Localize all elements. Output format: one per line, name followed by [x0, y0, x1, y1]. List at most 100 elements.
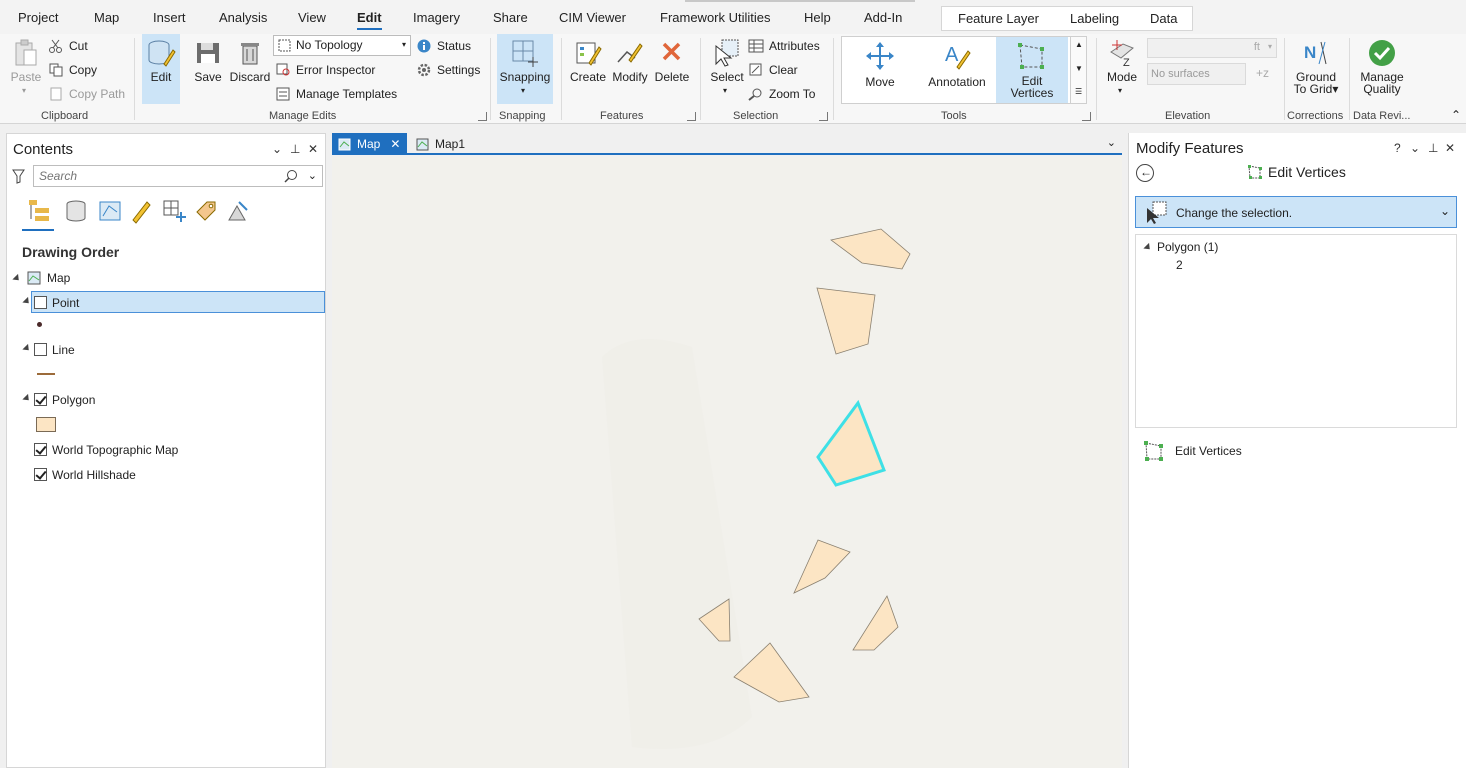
z-offset-icon[interactable]: +z	[1256, 66, 1269, 80]
snapping-dropdown-icon[interactable]: ▾	[521, 86, 525, 95]
edit-vertices-tool-row[interactable]: Edit Vertices	[1143, 440, 1242, 462]
menu-imagery[interactable]: Imagery	[413, 10, 460, 25]
tree-item-map[interactable]: Map	[12, 267, 70, 289]
contents-search-input[interactable]	[34, 166, 274, 186]
paste-button[interactable]: Paste ▾	[6, 34, 46, 106]
menu-analysis[interactable]: Analysis	[219, 10, 267, 25]
data-source-icon[interactable]	[63, 198, 89, 224]
tree-feature-item[interactable]: 2	[1176, 258, 1183, 272]
unit-chevron-down-icon[interactable]: ▾	[1268, 42, 1272, 51]
modify-features-button[interactable]: Modify	[610, 34, 650, 106]
discard-edits-button[interactable]: Discard	[229, 34, 271, 106]
chevron-down-icon[interactable]: ▼	[1075, 64, 1083, 73]
menu-help[interactable]: Help	[804, 10, 831, 25]
selection-view-icon[interactable]	[97, 198, 123, 224]
attributes-button[interactable]: Attributes	[748, 36, 820, 56]
mode-dropdown-icon[interactable]: ▾	[1118, 86, 1122, 95]
menu-edit[interactable]: Edit	[357, 10, 382, 30]
ground-to-grid-button[interactable]: N Ground To Grid▾	[1290, 34, 1342, 106]
edit-button[interactable]: Edit	[142, 34, 180, 104]
line-layer-checkbox[interactable]	[34, 343, 47, 356]
expander-icon[interactable]	[22, 343, 32, 354]
elevation-mode-button[interactable]: Z Mode ▾	[1102, 34, 1142, 106]
world-hillshade-checkbox[interactable]	[34, 468, 47, 481]
move-tool-button[interactable]: Move	[850, 37, 910, 103]
menu-cim-viewer[interactable]: CIM Viewer	[559, 10, 626, 25]
line-symbol[interactable]	[37, 373, 55, 375]
drawing-order-icon[interactable]	[27, 198, 53, 224]
chevron-up-icon[interactable]: ▲	[1075, 40, 1083, 49]
snapping-view-icon[interactable]	[161, 198, 187, 224]
chevron-down-icon[interactable]: ⌄	[1440, 204, 1450, 218]
save-edits-button[interactable]: Save	[190, 34, 226, 106]
map-canvas[interactable]	[332, 157, 1122, 768]
elevation-value-input[interactable]: ft ▾	[1147, 38, 1277, 58]
pin-icon[interactable]: ⊥	[290, 142, 300, 156]
topology-dropdown[interactable]: No Topology ▾	[273, 35, 411, 56]
tree-layer-polygon[interactable]: Polygon (1)	[1157, 240, 1218, 254]
expander-icon[interactable]	[12, 273, 22, 283]
menu-map[interactable]: Map	[94, 10, 119, 25]
selection-launcher-icon[interactable]	[819, 112, 828, 121]
delete-features-button[interactable]: Delete	[652, 34, 692, 106]
filter-icon[interactable]	[12, 169, 25, 184]
expander-icon[interactable]	[1143, 242, 1153, 253]
help-button[interactable]: ?	[1394, 141, 1401, 155]
tab-feature-layer[interactable]: Feature Layer	[958, 11, 1039, 26]
polygon-layer-checkbox[interactable]	[34, 393, 47, 406]
status-button[interactable]: Status	[416, 36, 471, 56]
copy-button[interactable]: Copy	[48, 60, 97, 80]
point-layer-checkbox[interactable]	[34, 296, 47, 309]
polygon-symbol[interactable]	[36, 417, 56, 432]
point-symbol[interactable]	[37, 322, 42, 327]
cut-button[interactable]: Cut	[48, 36, 88, 56]
gallery-scroller[interactable]: ▲ ▼ ☰	[1070, 36, 1087, 104]
select-dropdown-icon[interactable]: ▾	[723, 86, 727, 95]
tools-launcher-icon[interactable]	[1082, 112, 1091, 121]
manage-edits-launcher-icon[interactable]	[478, 112, 487, 121]
menu-insert[interactable]: Insert	[153, 10, 186, 25]
paste-dropdown-icon[interactable]: ▾	[22, 86, 26, 95]
menu-view[interactable]: View	[298, 10, 326, 25]
settings-button[interactable]: Settings	[416, 60, 480, 80]
window-drag-bar[interactable]	[685, 0, 915, 2]
search-options-chevron-icon[interactable]: ⌄	[308, 169, 317, 182]
map-view[interactable]	[332, 157, 1122, 768]
tab-map[interactable]: Map ✕	[332, 133, 407, 155]
features-launcher-icon[interactable]	[687, 112, 696, 121]
clear-selection-button[interactable]: Clear	[748, 60, 798, 80]
expander-icon[interactable]	[22, 393, 32, 404]
tab-list-chevron-icon[interactable]: ⌄	[1107, 136, 1116, 149]
edit-vertices-tool-button[interactable]: Edit Vertices	[996, 37, 1068, 103]
pane-options-chevron-icon[interactable]: ⌄	[1410, 141, 1420, 155]
editing-pencil-icon[interactable]	[129, 198, 155, 224]
manage-templates-button[interactable]: Manage Templates	[276, 84, 397, 104]
menu-add-in[interactable]: Add-In	[864, 10, 902, 25]
menu-share[interactable]: Share	[493, 10, 528, 25]
menu-project[interactable]: Project	[18, 10, 58, 25]
close-icon[interactable]: ✕	[308, 142, 318, 156]
manage-quality-button[interactable]: Manage Quality	[1356, 34, 1408, 106]
pin-icon[interactable]: ⊥	[1428, 141, 1438, 155]
tab-map1[interactable]: Map1	[410, 133, 471, 155]
gallery-expand-icon[interactable]: ☰	[1075, 87, 1082, 96]
search-icon[interactable]	[284, 169, 298, 183]
list-by-perspective-icon[interactable]	[225, 198, 251, 224]
select-button[interactable]: Select ▾	[707, 34, 747, 106]
change-selection-dropdown[interactable]: Change the selection. ⌄	[1135, 196, 1457, 228]
annotation-tool-button[interactable]: A Annotation	[922, 37, 992, 103]
zoom-to-button[interactable]: Zoom To	[748, 84, 815, 104]
error-inspector-button[interactable]: Error Inspector	[276, 60, 375, 80]
tab-data[interactable]: Data	[1150, 11, 1177, 26]
snapping-button[interactable]: Snapping ▾	[497, 34, 553, 104]
close-tab-icon[interactable]: ✕	[390, 137, 400, 151]
copy-path-button[interactable]: Copy Path	[48, 84, 125, 104]
world-topographic-checkbox[interactable]	[34, 443, 47, 456]
labeling-tag-icon[interactable]	[193, 198, 219, 224]
collapse-ribbon-icon[interactable]: ⌃	[1451, 108, 1461, 122]
back-arrow-button[interactable]: ←	[1136, 164, 1154, 182]
menu-framework-utilities[interactable]: Framework Utilities	[660, 10, 771, 25]
create-features-button[interactable]: Create	[568, 34, 608, 106]
pane-options-chevron-icon[interactable]: ⌄	[272, 142, 282, 156]
surface-dropdown[interactable]: No surfaces	[1147, 63, 1246, 85]
